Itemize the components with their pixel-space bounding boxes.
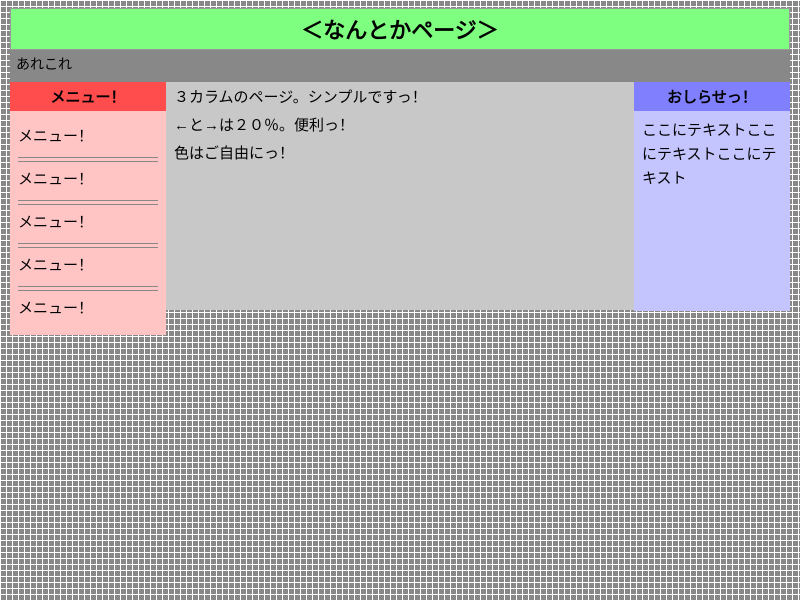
- menu-list: メニュー！ メニュー！ メニュー！ メニュー！ メニュー！: [10, 111, 166, 335]
- menu-item[interactable]: メニュー！: [18, 151, 158, 194]
- center-line: 色はご自由にっ！: [174, 142, 626, 166]
- center-line: ３カラムのページ。シンプルですっ！: [174, 86, 626, 110]
- columns: メニュー！ メニュー！ メニュー！ メニュー！ メニュー！ メニュー！ ３カラム…: [10, 82, 790, 335]
- menu-item[interactable]: メニュー！: [18, 237, 158, 280]
- page: ＜なんとかページ＞ あれこれ メニュー！ メニュー！ メニュー！ メニュー！ メ…: [10, 0, 790, 335]
- page-title: ＜なんとかページ＞: [10, 8, 790, 50]
- right-column: おしらせっ！ ここにテキストここにテキストここにテキスト: [634, 82, 790, 311]
- center-body: ３カラムのページ。シンプルですっ！ ←と→は２０％。便利っ！ 色はご自由にっ！: [166, 82, 634, 310]
- page-subtitle: あれこれ: [10, 50, 790, 82]
- left-column: メニュー！ メニュー！ メニュー！ メニュー！ メニュー！ メニュー！: [10, 82, 166, 335]
- notice-heading: おしらせっ！: [634, 82, 790, 111]
- menu-item[interactable]: メニュー！: [18, 280, 158, 323]
- center-line: ←と→は２０％。便利っ！: [174, 114, 626, 138]
- center-column: ３カラムのページ。シンプルですっ！ ←と→は２０％。便利っ！ 色はご自由にっ！: [166, 82, 634, 310]
- menu-heading: メニュー！: [10, 82, 166, 111]
- notice-body: ここにテキストここにテキストここにテキスト: [634, 111, 790, 311]
- menu-item[interactable]: メニュー！: [18, 194, 158, 237]
- menu-item[interactable]: メニュー！: [18, 119, 158, 151]
